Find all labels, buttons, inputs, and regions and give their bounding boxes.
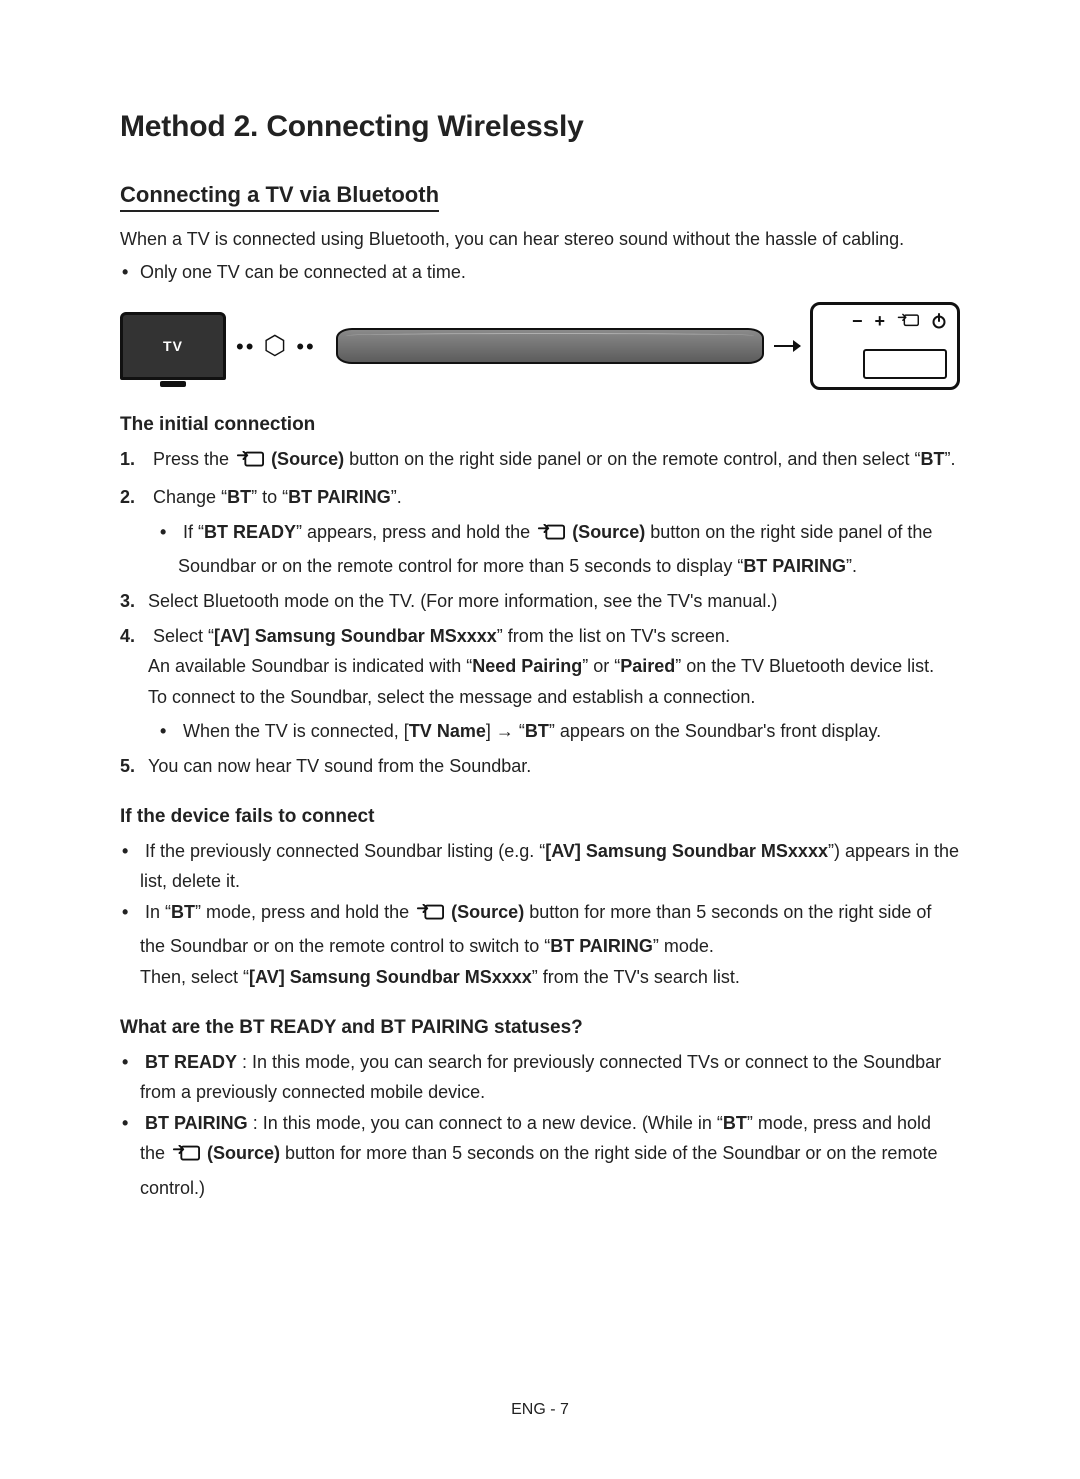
source-icon: [172, 1142, 200, 1173]
step-4: Select “[AV] Samsung Soundbar MSxxxx” fr…: [148, 621, 960, 747]
manual-page: Method 2. Connecting Wirelessly Connecti…: [0, 0, 1080, 1479]
callout-line-icon: [774, 345, 800, 347]
heading-status: What are the BT READY and BT PAIRING sta…: [120, 1017, 960, 1039]
plus-icon: +: [874, 311, 885, 332]
source-icon: [897, 312, 919, 330]
panel-display-icon: [863, 349, 947, 379]
heading-bluetooth: Connecting a TV via Bluetooth: [120, 182, 439, 212]
page-footer: ENG - 7: [0, 1401, 1080, 1419]
step-1: Press the (Source) button on the right s…: [148, 444, 960, 479]
side-panel-icon: − +: [810, 302, 960, 390]
heading-method: Method 2. Connecting Wirelessly: [120, 110, 960, 144]
fail-bullet-2: In “BT” mode, press and hold the (Source…: [140, 897, 960, 993]
tv-icon: TV: [120, 312, 226, 380]
step-2: Change “BT” to “BT PAIRING”. If “BT READ…: [148, 482, 960, 582]
fail-bullet-1: If the previously connected Soundbar lis…: [140, 836, 960, 897]
minus-icon: −: [852, 311, 863, 332]
step-3: Select Bluetooth mode on the TV. (For mo…: [148, 586, 960, 617]
source-icon: [416, 901, 444, 932]
source-icon: [537, 521, 565, 552]
heading-initial: The initial connection: [120, 414, 960, 436]
step-5: You can now hear TV sound from the Sound…: [148, 751, 960, 782]
intro-text: When a TV is connected using Bluetooth, …: [120, 226, 960, 253]
connection-diagram: TV •• ⬡︎ •• − +: [120, 302, 960, 390]
heading-fail: If the device fails to connect: [120, 806, 960, 828]
step-4-sub: When the TV is connected, [TV Name] → “B…: [178, 716, 960, 747]
bluetooth-wave-icon: •• ⬡︎ ••: [236, 330, 316, 361]
status-bullet-pairing: BT PAIRING : In this mode, you can conne…: [140, 1108, 960, 1204]
step-2-sub: If “BT READY” appears, press and hold th…: [178, 517, 960, 582]
steps-list: Press the (Source) button on the right s…: [120, 444, 960, 782]
status-bullet-ready: BT READY : In this mode, you can search …: [140, 1047, 960, 1108]
soundbar-icon: [336, 328, 764, 364]
intro-bullet: Only one TV can be connected at a time.: [140, 257, 960, 288]
power-icon: [931, 313, 947, 329]
source-icon: [236, 448, 264, 479]
